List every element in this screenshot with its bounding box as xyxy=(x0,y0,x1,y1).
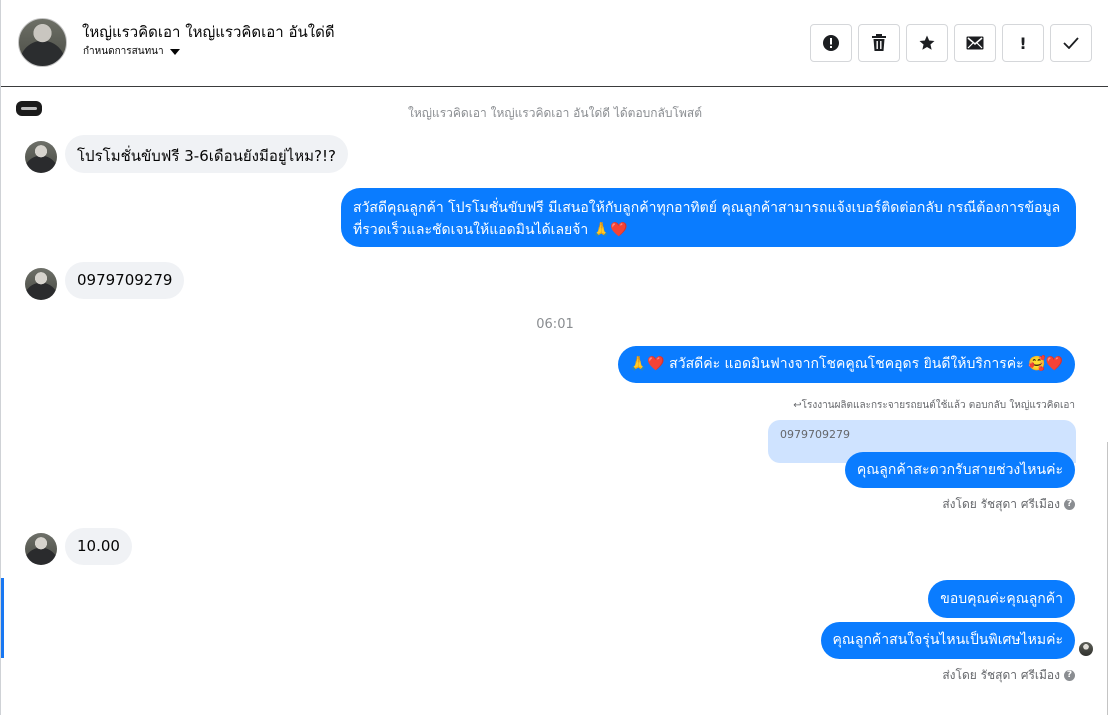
message-timestamp: 06:01 xyxy=(536,317,574,332)
incoming-message[interactable]: โปรโมชั่นขับฟรี 3-6เดือนยังมีอยู่ไหม?!? xyxy=(65,135,348,173)
assign-conversation-dropdown[interactable]: กำหนดการสนทนา xyxy=(83,44,180,59)
outgoing-message[interactable]: คุณลูกค้าสนใจรุ่นไหนเป็นพิเศษไหมค่ะ xyxy=(820,622,1075,659)
delete-button[interactable] xyxy=(858,24,900,62)
sent-by-text: ส่งโดย รัชสุดา ศรีเมือง xyxy=(942,668,1060,682)
customer-avatar[interactable] xyxy=(25,268,57,300)
assign-conversation-label: กำหนดการสนทนา xyxy=(83,46,164,57)
contact-name[interactable]: ใหญ่แรวคิดเอา ใหญ่แรวคิดเอา อันใด่ดี xyxy=(82,20,335,44)
spam-icon xyxy=(823,35,839,51)
incoming-message[interactable]: 0979709279 xyxy=(65,262,185,299)
envelope-icon xyxy=(966,36,984,50)
exclamation-icon: ! xyxy=(1019,33,1027,53)
incoming-message[interactable]: 10.00 xyxy=(65,528,132,565)
star-icon xyxy=(919,35,935,50)
trash-icon xyxy=(872,34,886,51)
check-icon xyxy=(1063,37,1079,49)
quoted-message-text: 0979709279 xyxy=(780,428,850,441)
question-icon[interactable]: ? xyxy=(1064,499,1075,510)
seen-avatar xyxy=(1079,642,1093,656)
outgoing-message[interactable]: สวัสดีคุณลูกค้า โปรโมชั่นขับฟรี มีเสนอให… xyxy=(341,188,1076,247)
sent-by-label: ส่งโดย รัชสุดา ศรีเมือง ? xyxy=(942,666,1075,685)
post-reply-notice: ใหญ่แรวคิดเอา ใหญ่แรวคิดเอา อันใด่ดี ได้… xyxy=(407,106,702,120)
customer-avatar[interactable] xyxy=(25,141,57,173)
mark-unread-button[interactable] xyxy=(954,24,996,62)
outgoing-message[interactable]: ขอบคุณค่ะคุณลูกค้า xyxy=(928,580,1075,618)
unread-indicator-bar xyxy=(1,578,4,658)
outgoing-message[interactable]: 🙏❤️ สวัสดีค่ะ แอดมินฟางจากโชคคูณโชคอุดร … xyxy=(617,346,1075,383)
conversation-header: ใหญ่แรวคิดเอา ใหญ่แรวคิดเอา อันใด่ดี กำห… xyxy=(1,0,1108,87)
star-button[interactable] xyxy=(906,24,948,62)
sent-by-text: ส่งโดย รัชสุดา ศรีเมือง xyxy=(942,497,1060,511)
customer-avatar[interactable] xyxy=(25,533,57,565)
question-icon[interactable]: ? xyxy=(1064,670,1075,681)
caret-down-icon xyxy=(169,48,180,55)
outgoing-message[interactable]: คุณลูกค้าสะดวกรับสายช่วงไหนค่ะ xyxy=(844,452,1075,488)
done-button[interactable] xyxy=(1050,24,1092,62)
contact-avatar[interactable] xyxy=(18,18,67,67)
spam-button[interactable] xyxy=(810,24,852,62)
conversation-pane: ใหญ่แรวคิดเอา ใหญ่แรวคิดเอา อันใด่ดี กำห… xyxy=(0,0,1108,715)
sent-by-label: ส่งโดย รัชสุดา ศรีเมือง ? xyxy=(942,495,1075,514)
reply-notice: ↩โรงงานผลิตและกระจายรถยนต์ใช้แล้ว ตอบกลั… xyxy=(793,400,1075,411)
important-button[interactable]: ! xyxy=(1002,24,1044,62)
